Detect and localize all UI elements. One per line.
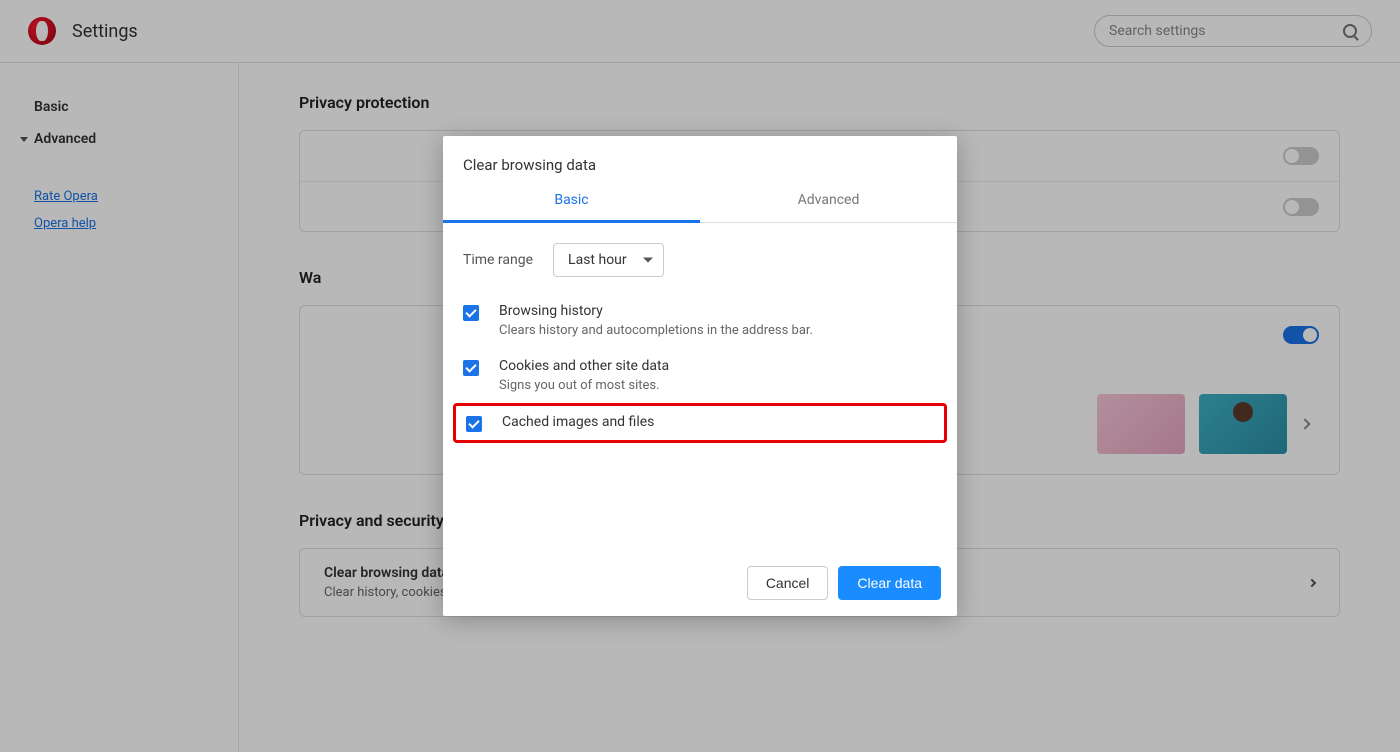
time-range-value: Last hour (568, 252, 627, 268)
dialog-footer: Cancel Clear data (443, 550, 957, 616)
option-label: Cookies and other site data (499, 358, 669, 374)
chevron-down-icon (643, 258, 653, 263)
tab-advanced[interactable]: Advanced (700, 182, 957, 222)
option-cookies[interactable]: Cookies and other site data Signs you ou… (463, 348, 937, 403)
clear-browsing-data-dialog: Clear browsing data Basic Advanced Time … (443, 136, 957, 616)
time-range-label: Time range (463, 252, 533, 268)
dialog-tabs: Basic Advanced (443, 182, 957, 223)
option-browsing-history[interactable]: Browsing history Clears history and auto… (463, 293, 937, 348)
dialog-options: Browsing history Clears history and auto… (443, 287, 957, 449)
option-label: Cached images and files (502, 414, 654, 430)
time-range-select[interactable]: Last hour (553, 243, 664, 277)
dialog-title: Clear browsing data (443, 136, 957, 182)
option-label: Browsing history (499, 303, 813, 319)
time-range-row: Time range Last hour (443, 223, 957, 287)
checkbox-checked-icon[interactable] (466, 416, 482, 432)
checkbox-checked-icon[interactable] (463, 360, 479, 376)
option-sub: Signs you out of most sites. (499, 378, 669, 393)
tab-basic[interactable]: Basic (443, 182, 700, 223)
option-sub: Clears history and autocompletions in th… (499, 323, 813, 338)
option-cached-images[interactable]: Cached images and files (453, 403, 947, 443)
clear-data-button[interactable]: Clear data (838, 566, 941, 600)
cancel-button[interactable]: Cancel (747, 566, 829, 600)
checkbox-checked-icon[interactable] (463, 305, 479, 321)
